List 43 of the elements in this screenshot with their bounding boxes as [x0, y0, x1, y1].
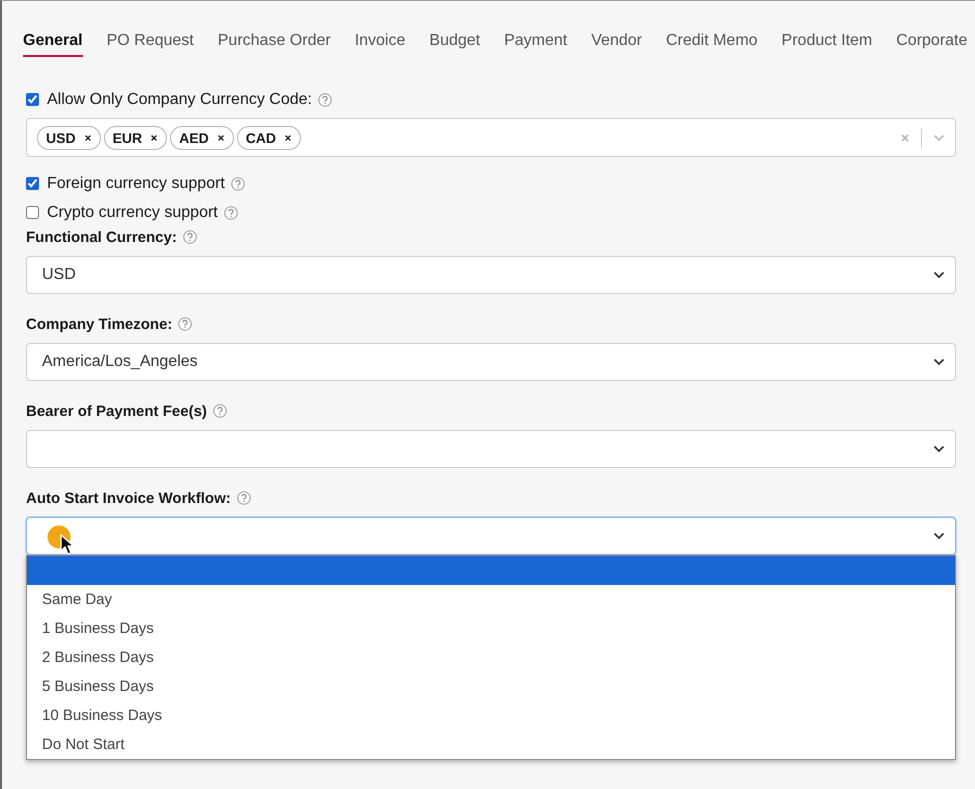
tag-label: AED	[179, 130, 209, 146]
field-label: Functional Currency:	[26, 228, 177, 246]
select-field[interactable]	[26, 517, 956, 555]
tag-label: EUR	[112, 130, 142, 146]
select-field[interactable]: USD	[26, 256, 956, 294]
tab[interactable]: Budget	[429, 32, 480, 57]
currency-tag-input[interactable]: USD EUR AED CAD	[26, 118, 956, 157]
field-label: Bearer of Payment Fee(s)	[26, 402, 207, 420]
tab[interactable]: Purchase Order	[218, 32, 331, 57]
tab[interactable]: Payment	[504, 32, 568, 57]
tab[interactable]: Credit Memo	[666, 32, 758, 57]
tag-label: CAD	[246, 130, 276, 146]
chevron-down-icon	[933, 532, 945, 540]
dropdown-option[interactable]: 2 Business Days	[27, 643, 955, 672]
remove-icon[interactable]	[150, 134, 158, 142]
dropdown-option[interactable]: Same Day	[27, 585, 955, 614]
tab[interactable]: General	[23, 32, 83, 57]
checkbox-label: Allow Only Company Currency Code:	[47, 90, 312, 108]
tab[interactable]: PO Request	[106, 32, 194, 57]
select-field[interactable]	[26, 430, 956, 468]
tab[interactable]: Corporate	[896, 32, 968, 57]
tab[interactable]: Vendor	[591, 32, 642, 57]
checkbox[interactable]	[26, 93, 39, 106]
dropdown-option[interactable]: 10 Business Days	[27, 701, 955, 730]
checkbox[interactable]	[26, 206, 39, 219]
chevron-down-icon	[933, 358, 945, 366]
remove-icon[interactable]	[216, 134, 225, 142]
remove-icon[interactable]	[284, 134, 292, 142]
tab[interactable]: Product Item	[782, 32, 872, 57]
field-label: Company Timezone:	[26, 316, 172, 332]
select-field[interactable]: America/Los_Angeles	[26, 343, 956, 381]
dropdown-option[interactable]: 5 Business Days	[27, 672, 955, 701]
dropdown-option[interactable]: Do Not Start	[27, 730, 955, 759]
field-label: Auto Start Invoice Workflow:	[26, 490, 231, 506]
checkbox-label: Foreign currency support	[47, 174, 225, 192]
remove-icon[interactable]	[84, 134, 92, 142]
chevron-down-icon	[933, 271, 945, 279]
checkbox-label: Crypto currency support	[47, 204, 218, 222]
tag-label: USD	[46, 130, 76, 146]
chevron-down-icon	[933, 445, 945, 453]
dropdown-option[interactable]: 1 Business Days	[27, 614, 955, 643]
checkbox[interactable]	[26, 177, 39, 190]
tab[interactable]: Invoice	[354, 32, 406, 57]
